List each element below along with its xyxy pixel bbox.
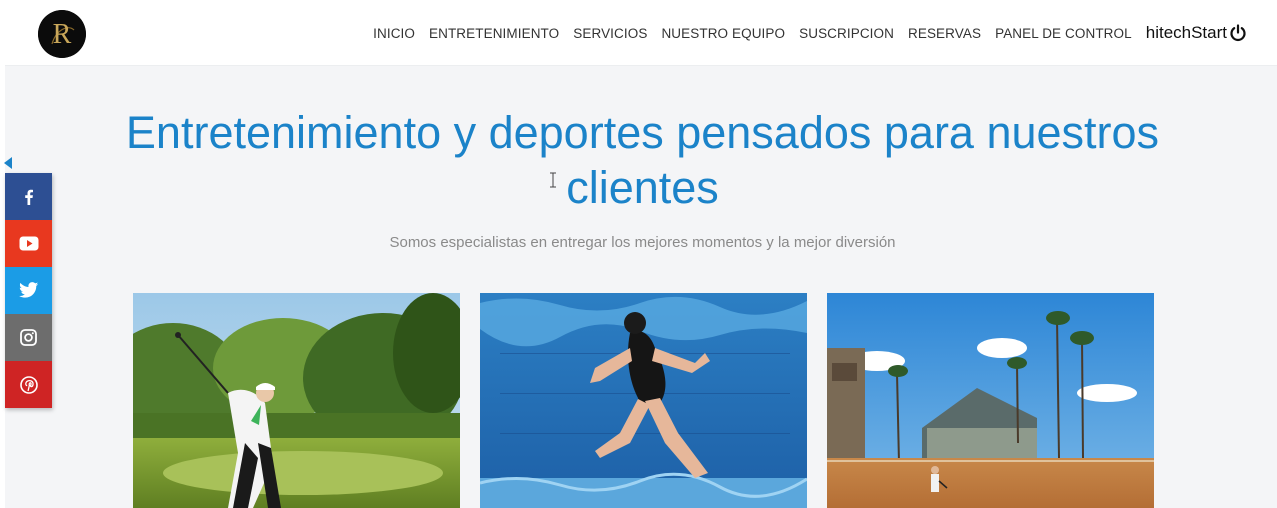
- text-cursor-icon: [550, 172, 556, 188]
- facebook-button[interactable]: [5, 173, 52, 220]
- nav-servicios[interactable]: SERVICIOS: [573, 26, 647, 41]
- nav-entretenimiento[interactable]: ENTRETENIMIENTO: [429, 26, 559, 41]
- twitter-icon: [18, 282, 38, 298]
- youtube-icon: [19, 236, 38, 251]
- golf-photo: [133, 293, 460, 508]
- main-nav: INICIO ENTRETENIMIENTO SERVICIOS NUESTRO…: [359, 0, 1247, 66]
- social-share-bar: [5, 173, 52, 408]
- youtube-button[interactable]: [5, 220, 52, 267]
- swimming-photo: [480, 293, 807, 508]
- facebook-icon: [24, 189, 33, 205]
- brand-link[interactable]: hitechStart: [1146, 23, 1247, 43]
- hero-title: Entretenimiento y deportes pensados para…: [125, 107, 1160, 213]
- pinterest-button[interactable]: [5, 361, 52, 408]
- nav-nuestro-equipo[interactable]: NUESTRO EQUIPO: [661, 26, 785, 41]
- logo[interactable]: R: [38, 10, 86, 58]
- nav-inicio[interactable]: INICIO: [373, 26, 415, 41]
- tennis-photo: [827, 293, 1154, 508]
- hero-subtitle: Somos especialistas en entregar los mejo…: [389, 234, 896, 251]
- instagram-icon: [20, 329, 37, 346]
- twitter-button[interactable]: [5, 267, 52, 314]
- card-golf[interactable]: [133, 293, 460, 508]
- brand-name: hitechStart: [1145, 23, 1227, 42]
- logo-emblem: R: [38, 10, 86, 58]
- top-navbar: R INICIO ENTRETENIMIENTO SERVICIOS NUEST…: [5, 0, 1277, 66]
- card-swimming[interactable]: [480, 293, 807, 508]
- power-icon: [1230, 24, 1246, 42]
- social-toggle-arrow[interactable]: [4, 157, 12, 169]
- pinterest-icon: [19, 375, 38, 394]
- nav-suscripcion[interactable]: SUSCRIPCION: [799, 26, 894, 41]
- instagram-button[interactable]: [5, 314, 52, 361]
- logo-letter: R: [53, 19, 72, 50]
- nav-reservas[interactable]: RESERVAS: [908, 26, 981, 41]
- page: R INICIO ENTRETENIMIENTO SERVICIOS NUEST…: [0, 0, 1277, 508]
- nav-panel-de-control[interactable]: PANEL DE CONTROL: [995, 26, 1132, 41]
- card-tennis[interactable]: [827, 293, 1154, 508]
